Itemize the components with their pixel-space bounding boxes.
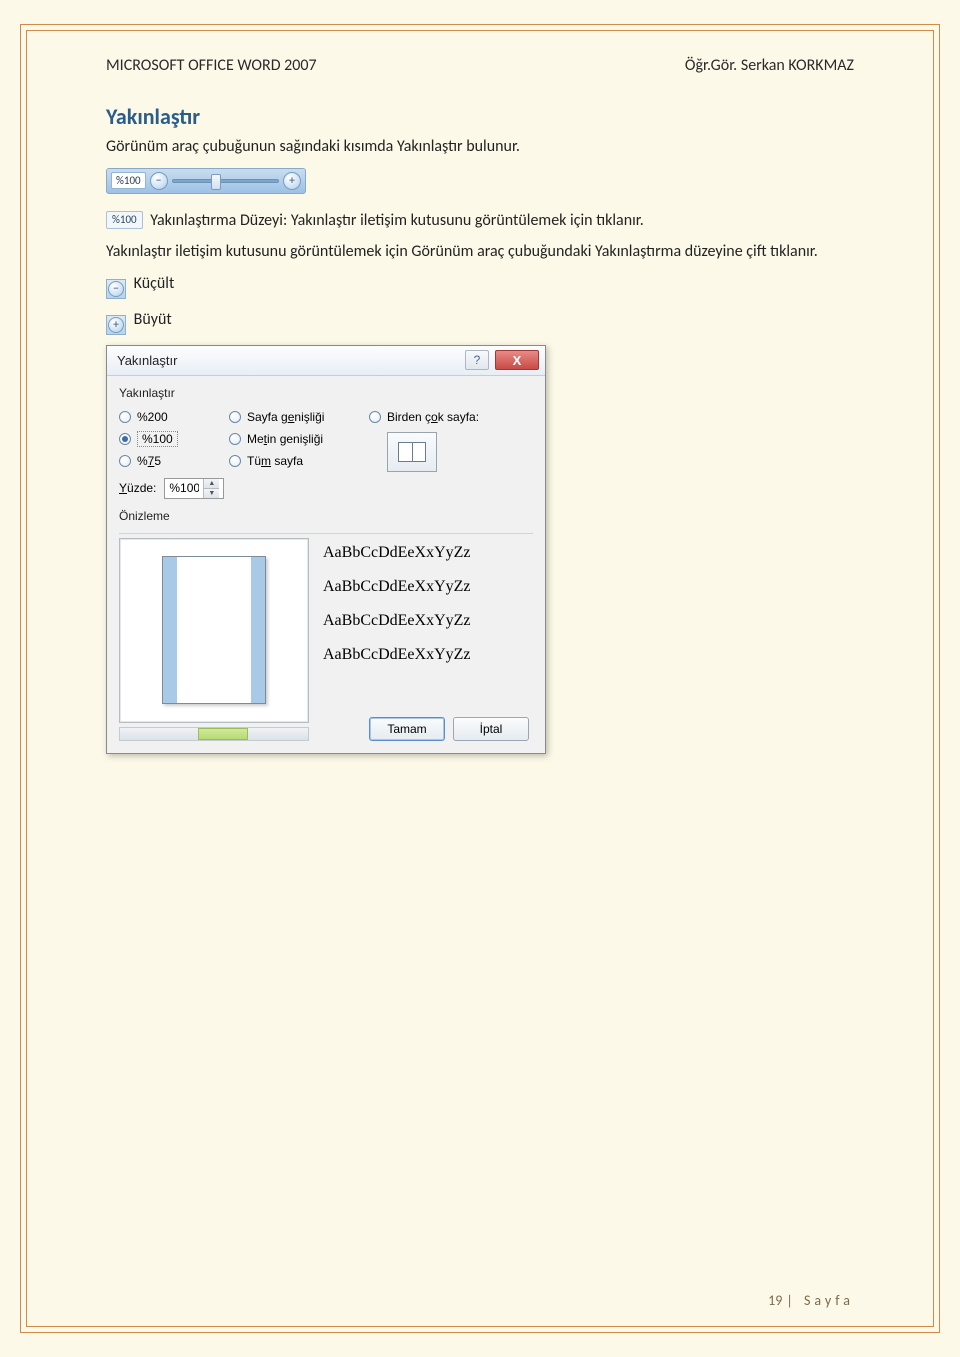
zoom-percent-icon: %100 [106,211,143,230]
page-number: 19 [768,1292,782,1309]
radio-75[interactable]: %75 [119,450,229,472]
zoom-slider-thumb[interactable] [211,174,221,190]
radio-icon [369,411,381,423]
radio-200-label: %200 [137,410,168,424]
percent-input[interactable] [165,479,203,498]
radio-icon [229,433,241,445]
zoom-group-label: Yakınlaştır [119,386,533,400]
spinner-down[interactable]: ▼ [204,489,219,498]
percent-row: Yüzde: ▲ ▼ [119,478,533,499]
radio-multi-page-label: Birden çok sayfa: [387,410,479,424]
radio-multi-page[interactable]: Birden çok sayfa: [369,406,533,428]
multi-page-picker[interactable] [387,432,437,472]
preview-frame [119,538,309,723]
zoom-percent-label[interactable]: %100 [111,172,146,189]
cancel-button[interactable]: İptal [453,717,529,741]
sample-text-4: AaBbCcDdEeXxYyZz [323,646,529,664]
page-footer: 19| Sayfa [768,1292,854,1309]
radio-75-label: %75 [137,454,161,468]
paragraph-2: Yakınlaştırma Düzeyi: Yakınlaştır iletiş… [150,211,644,230]
radio-icon [119,433,131,445]
zoom-in-button[interactable]: + [283,172,301,190]
radio-icon [229,455,241,467]
radio-whole-page-label: Tüm sayfa [247,454,303,468]
radio-100[interactable]: %100 [119,428,229,450]
zoom-slider-widget: %100 − + [106,168,306,194]
section-title: Yakınlaştır [106,103,854,130]
zoom-out-button[interactable]: − [150,172,168,190]
header-right: Öğr.Gör. Serkan KORKMAZ [685,56,854,75]
radio-page-width[interactable]: Sayfa genişliği [229,406,369,428]
percent-label: Yüzde: [119,481,156,495]
kucult-row: − Küçült [106,273,854,299]
footer-sep: | [786,1292,796,1309]
radio-icon [119,455,131,467]
percent-spinner[interactable]: ▲ ▼ [164,478,224,499]
preview-scroll-handle [198,728,248,740]
footer-word: Sayfa [804,1292,854,1309]
plus-icon: + [108,317,124,333]
dialog-titlebar: Yakınlaştır ? X [107,346,545,376]
plus-icon-box: + [106,315,126,335]
header-left: MICROSOFT OFFICE WORD 2007 [106,56,317,75]
ok-button[interactable]: Tamam [369,717,445,741]
preview-group-label: Önizleme [119,509,533,523]
radio-icon [119,411,131,423]
radio-200[interactable]: %200 [119,406,229,428]
preview-page-icon [162,556,266,704]
sample-text-1: AaBbCcDdEeXxYyZz [323,544,529,562]
buyut-label: Büyüt [134,310,172,329]
paragraph-3: Yakınlaştır iletişim kutusunu görüntülem… [106,241,854,263]
zoom-dialog: Yakınlaştır ? X Yakınlaştır %200 %100 [106,345,546,754]
radio-icon [229,411,241,423]
page-header: MICROSOFT OFFICE WORD 2007 Öğr.Gör. Serk… [106,56,854,75]
dialog-help-button[interactable]: ? [465,350,489,370]
buyut-row: + Büyüt [106,309,854,335]
sample-text-3: AaBbCcDdEeXxYyZz [323,612,529,630]
radio-text-width-label: Metin genişliği [247,432,323,446]
dialog-close-button[interactable]: X [495,350,539,370]
radio-whole-page[interactable]: Tüm sayfa [229,450,369,472]
paragraph-1: Görünüm araç çubuğunun sağındaki kısımda… [106,136,854,158]
pages-icon [398,442,426,462]
minus-icon: − [108,281,124,297]
zoom-slider-track[interactable] [172,179,279,183]
minus-icon-box: − [106,279,126,299]
radio-100-label: %100 [137,431,178,447]
sample-text-2: AaBbCcDdEeXxYyZz [323,578,529,596]
radio-text-width[interactable]: Metin genişliği [229,428,369,450]
dialog-title: Yakınlaştır [117,353,177,368]
spinner-up[interactable]: ▲ [204,479,219,489]
paragraph-2-wrap: %100 Yakınlaştırma Düzeyi: Yakınlaştır i… [106,210,854,232]
kucult-label: Küçült [134,274,175,293]
radio-page-width-label: Sayfa genişliği [247,410,324,424]
preview-scrollbar [119,727,309,741]
